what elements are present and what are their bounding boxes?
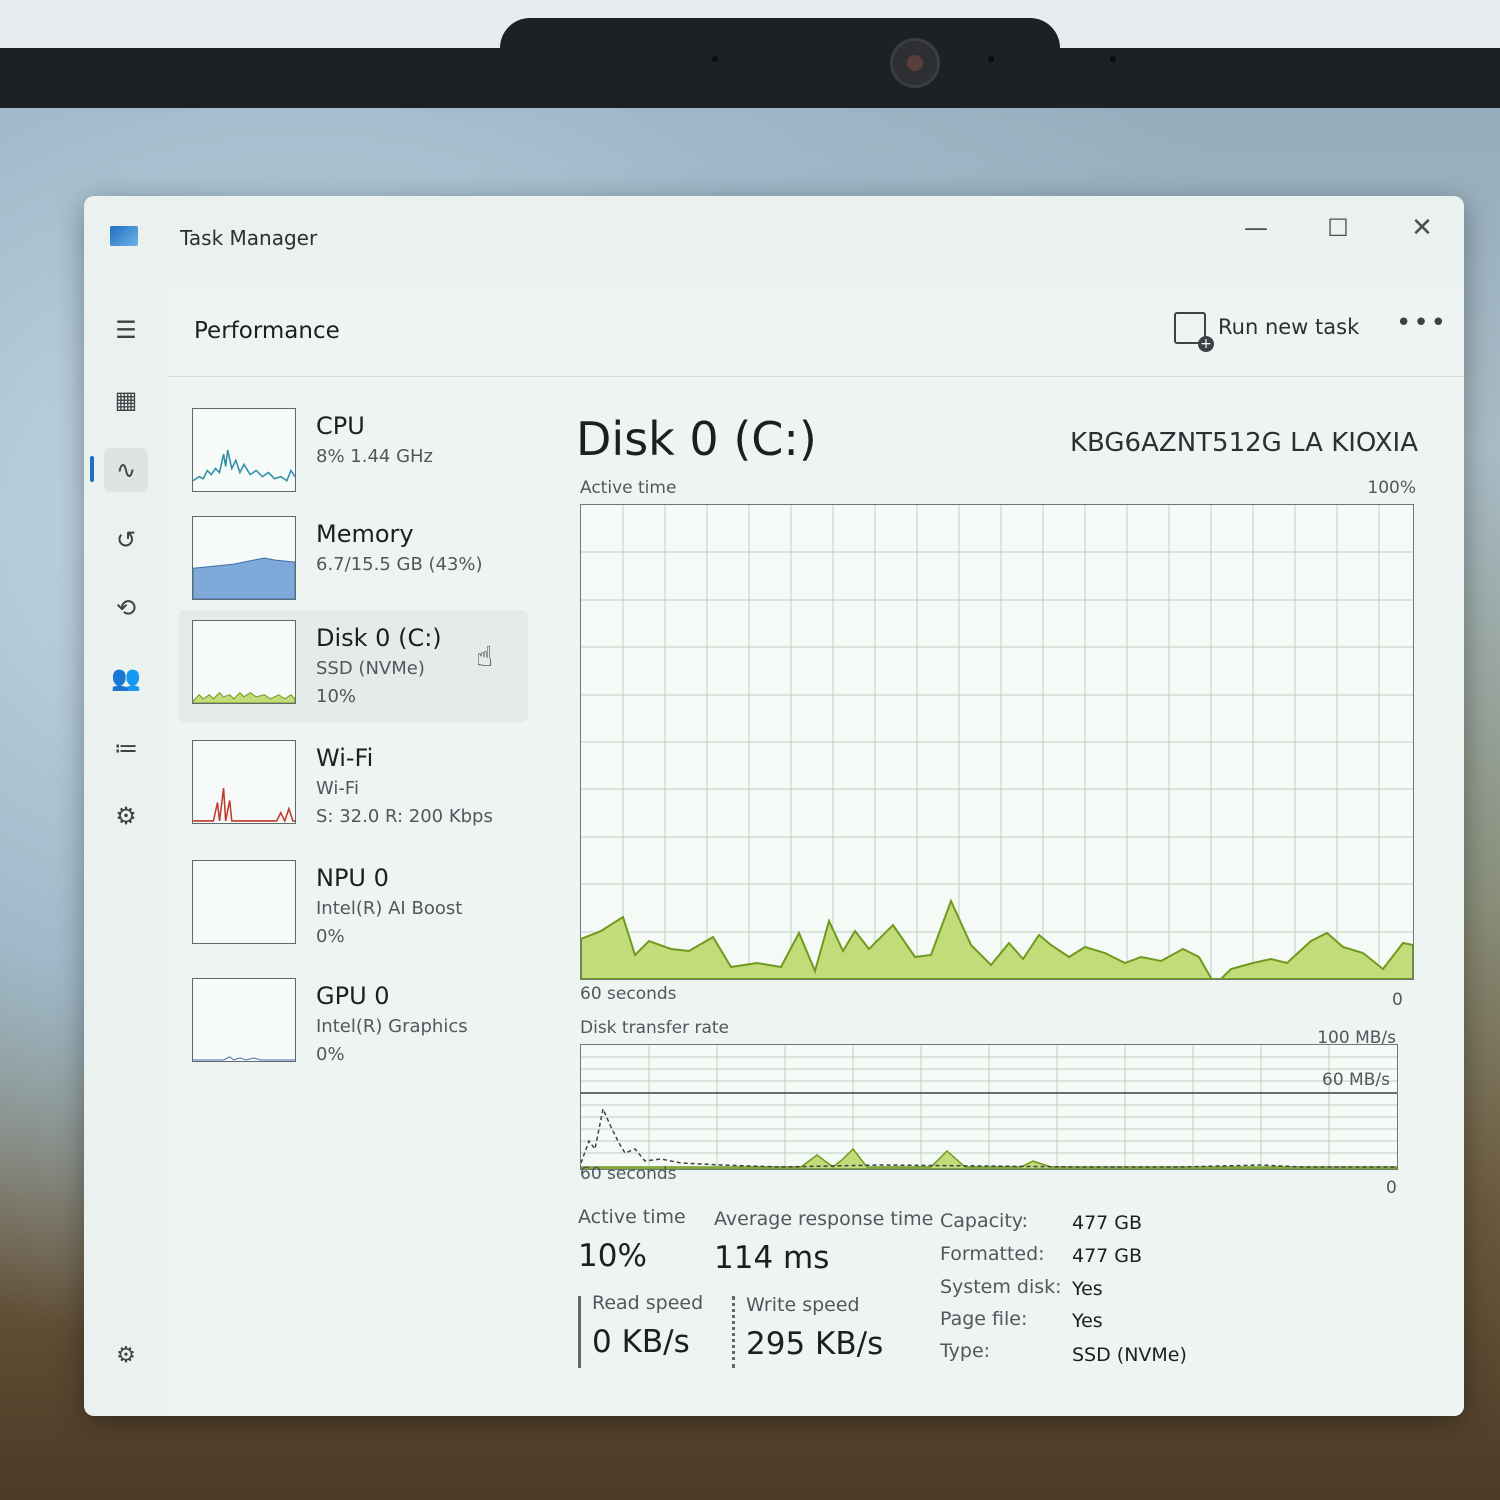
window-title: Task Manager <box>180 226 318 250</box>
write-speed-value: 295 KB/s <box>746 1326 884 1362</box>
write-speed-label: Write speed <box>746 1294 860 1316</box>
hamburger-menu-icon[interactable]: ☰ <box>104 308 148 352</box>
read-speed-legend-line <box>578 1296 581 1368</box>
system-disk-label: System disk: <box>940 1276 1062 1298</box>
settings-gear-icon[interactable]: ⚙ <box>104 1334 148 1378</box>
capacity-value: 477 GB <box>1072 1212 1143 1234</box>
formatted-value: 477 GB <box>1072 1245 1143 1267</box>
device-item-gpu-0[interactable]: GPU 0 Intel(R) Graphics 0% <box>178 968 528 1080</box>
device-name: Memory <box>316 520 414 548</box>
services-icon[interactable]: ⚙ <box>104 794 148 838</box>
type-label: Type: <box>940 1340 991 1362</box>
active-nav-indicator <box>90 456 94 482</box>
run-new-task-label: Run new task <box>1218 315 1360 339</box>
cpu-sparkline <box>192 408 296 492</box>
device-stat: 0% <box>316 926 345 947</box>
active-time-graph-label: Active time <box>580 478 677 498</box>
read-speed-value: 0 KB/s <box>592 1324 690 1360</box>
task-manager-app-icon <box>110 226 138 246</box>
transfer-rate-graph <box>580 1044 1398 1170</box>
device-stat: 8% 1.44 GHz <box>316 446 434 467</box>
run-task-icon <box>1174 312 1214 352</box>
active-time-graph <box>580 504 1414 980</box>
device-stat: S: 32.0 R: 200 Kbps <box>316 806 493 827</box>
active-time-max-label: 100% <box>1367 478 1416 498</box>
device-type: SSD (NVMe) <box>316 658 425 679</box>
performance-pane: Performance Run new task ••• CPU 8% 1.44… <box>168 288 1464 1416</box>
page-file-label: Page file: <box>940 1308 1028 1330</box>
active-time-stat-label: Active time <box>578 1206 686 1228</box>
laptop-bezel <box>0 48 1500 108</box>
users-icon[interactable]: 👥 <box>104 656 148 700</box>
type-value: SSD (NVMe) <box>1072 1344 1187 1366</box>
disk-model: KBG6AZNT512G LA KIOXIA <box>1069 428 1418 458</box>
formatted-label: Formatted: <box>940 1243 1045 1265</box>
page-title: Performance <box>194 318 340 344</box>
active-time-min-label: 0 <box>1392 990 1403 1010</box>
minimize-button[interactable]: — <box>1224 206 1288 250</box>
device-item-memory[interactable]: Memory 6.7/15.5 GB (43%) <box>178 506 528 618</box>
device-stat: 6.7/15.5 GB (43%) <box>316 554 483 575</box>
device-name: CPU <box>316 412 365 440</box>
capacity-label: Capacity: <box>940 1210 1029 1232</box>
app-history-icon[interactable]: ↺ <box>104 518 148 562</box>
avg-response-time-label: Average response time <box>714 1208 934 1230</box>
device-stat: 10% <box>316 686 357 707</box>
hand-pointer-icon: ☝ <box>476 640 494 673</box>
sensor-dot <box>712 56 718 62</box>
device-stat: 0% <box>316 1044 345 1065</box>
device-item-disk-0[interactable]: Disk 0 (C:) SSD (NVMe) 10% ☝ <box>178 610 528 722</box>
details-icon[interactable]: ≔ <box>104 726 148 770</box>
task-manager-window: Task Manager — ☐ ✕ ☰ ▦ ∿ ↺ ⟲ 👥 ≔ ⚙ ⚙ Per… <box>84 196 1464 1416</box>
device-name: GPU 0 <box>316 982 390 1010</box>
device-item-wifi[interactable]: Wi-Fi Wi-Fi S: 32.0 R: 200 Kbps <box>178 730 528 842</box>
read-speed-label: Read speed <box>592 1292 704 1314</box>
npu-sparkline <box>192 860 296 944</box>
page-file-value: Yes <box>1072 1310 1103 1332</box>
avg-response-time-value: 114 ms <box>714 1240 830 1276</box>
webcam <box>890 38 940 88</box>
wifi-sparkline <box>192 740 296 824</box>
detail-title: Disk 0 (C:) <box>576 412 817 466</box>
transfer-rate-duration-label: 60 seconds <box>580 1164 677 1184</box>
header-divider <box>168 376 1464 377</box>
device-name: Wi-Fi <box>316 744 374 772</box>
system-disk-value: Yes <box>1072 1278 1103 1300</box>
processes-icon[interactable]: ▦ <box>104 378 148 422</box>
disk-sparkline <box>192 620 296 704</box>
maximize-button[interactable]: ☐ <box>1306 206 1370 250</box>
transfer-rate-graph-label: Disk transfer rate <box>580 1018 729 1038</box>
write-speed-legend-line <box>732 1296 735 1368</box>
device-model: Intel(R) Graphics <box>316 1016 468 1037</box>
more-options-button[interactable]: ••• <box>1396 308 1446 348</box>
sensor-dot <box>988 56 994 62</box>
device-item-cpu[interactable]: CPU 8% 1.44 GHz <box>178 398 528 510</box>
run-new-task-button[interactable]: Run new task <box>1174 312 1359 352</box>
active-time-stat-value: 10% <box>578 1238 647 1274</box>
device-model: Intel(R) AI Boost <box>316 898 463 919</box>
performance-icon[interactable]: ∿ <box>104 448 148 492</box>
device-name: NPU 0 <box>316 864 389 892</box>
active-time-duration-label: 60 seconds <box>580 984 677 1004</box>
title-bar[interactable]: Task Manager — ☐ ✕ <box>84 196 1464 280</box>
device-adapter: Wi-Fi <box>316 778 359 799</box>
transfer-rate-mid-label: 60 MB/s <box>1322 1070 1390 1090</box>
memory-sparkline <box>192 516 296 600</box>
transfer-rate-min-label: 0 <box>1386 1178 1397 1198</box>
gpu-sparkline <box>192 978 296 1062</box>
navigation-rail: ☰ ▦ ∿ ↺ ⟲ 👥 ≔ ⚙ ⚙ <box>84 280 168 1416</box>
sensor-dot <box>1110 56 1116 62</box>
device-name: Disk 0 (C:) <box>316 624 442 652</box>
startup-apps-icon[interactable]: ⟲ <box>104 586 148 630</box>
close-button[interactable]: ✕ <box>1390 206 1454 250</box>
device-item-npu-0[interactable]: NPU 0 Intel(R) AI Boost 0% <box>178 850 528 962</box>
